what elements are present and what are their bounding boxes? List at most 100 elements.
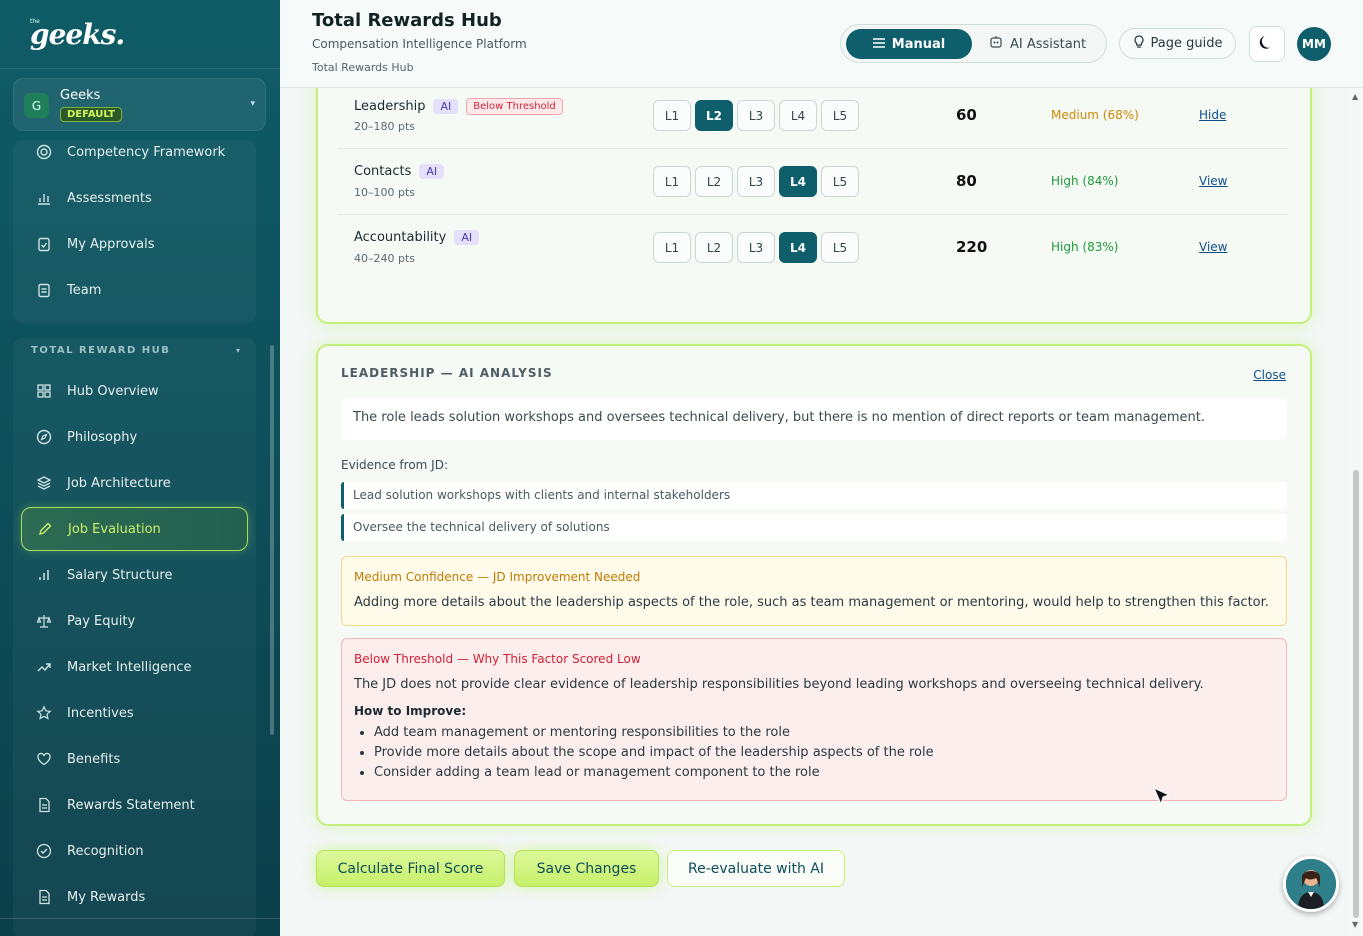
clipboard-check-icon bbox=[35, 235, 53, 253]
sidebar-item-label: Pay Equity bbox=[67, 613, 136, 629]
breadcrumb[interactable]: Total Rewards Hub bbox=[312, 61, 414, 74]
ai-assistant-mode-button[interactable]: AI Assistant bbox=[989, 29, 1099, 59]
sidebar-item-hub-overview[interactable]: Hub Overview bbox=[21, 369, 248, 413]
page-title: Total Rewards Hub bbox=[312, 10, 502, 31]
sidebar-item-competency-framework[interactable]: Competency Framework bbox=[21, 130, 248, 174]
sidebar-item-label: Philosophy bbox=[67, 429, 138, 445]
sidebar-scrollbar[interactable] bbox=[270, 140, 276, 920]
sidebar-item-job-architecture[interactable]: Job Architecture bbox=[21, 461, 248, 505]
chevron-down-icon[interactable]: ▾ bbox=[236, 346, 240, 355]
level-selector: L1 L2 L3 L4 L5 bbox=[653, 232, 859, 263]
level-button-l2[interactable]: L2 bbox=[695, 232, 733, 263]
below-threshold-badge: Below Threshold bbox=[466, 98, 563, 115]
sidebar-item-label: My Approvals bbox=[67, 236, 155, 252]
level-selector: L1 L2 L3 L4 L5 bbox=[653, 166, 859, 197]
calculate-final-score-button[interactable]: Calculate Final Score bbox=[316, 850, 505, 887]
factor-name-text: Accountability bbox=[354, 230, 447, 245]
sidebar-item-pay-equity[interactable]: Pay Equity bbox=[21, 599, 248, 643]
scroll-up-arrow-icon[interactable]: ▲ bbox=[1352, 92, 1358, 101]
org-switcher[interactable]: G Geeks DEFAULT ▾ bbox=[13, 78, 266, 131]
layers-icon bbox=[35, 474, 53, 492]
manual-mode-button[interactable]: Manual bbox=[846, 29, 972, 59]
level-button-l3[interactable]: L3 bbox=[737, 166, 775, 197]
sidebar-item-label: Recognition bbox=[67, 843, 144, 859]
logo[interactable]: geeks. bbox=[30, 18, 125, 51]
factor-row-contacts: Contacts AI 10–100 pts L1 L2 L3 L4 L5 80… bbox=[338, 148, 1288, 214]
pencil-icon bbox=[36, 520, 54, 538]
moon-icon bbox=[1258, 33, 1276, 55]
level-button-l2[interactable]: L2 bbox=[695, 166, 733, 197]
target-icon bbox=[35, 143, 53, 161]
main-scroll-thumb[interactable] bbox=[1353, 470, 1359, 918]
trend-icon bbox=[35, 658, 53, 676]
bot-icon bbox=[989, 35, 1003, 53]
document-icon bbox=[35, 888, 53, 906]
level-button-l5[interactable]: L5 bbox=[821, 100, 859, 131]
tip-item: Provide more details about the scope and… bbox=[374, 745, 934, 760]
sidebar-item-my-rewards[interactable]: My Rewards bbox=[21, 875, 248, 919]
save-changes-button[interactable]: Save Changes bbox=[514, 850, 659, 887]
sidebar-item-benefits[interactable]: Benefits bbox=[21, 737, 248, 781]
level-button-l3[interactable]: L3 bbox=[737, 232, 775, 263]
mouse-cursor-icon bbox=[1152, 786, 1172, 812]
user-avatar[interactable]: MM bbox=[1297, 27, 1331, 61]
sidebar-item-my-approvals[interactable]: My Approvals bbox=[21, 222, 248, 266]
level-button-l2[interactable]: L2 bbox=[695, 100, 733, 131]
hide-analysis-link[interactable]: Hide bbox=[1199, 108, 1226, 122]
level-button-l3[interactable]: L3 bbox=[737, 100, 775, 131]
sidebar-item-assessments[interactable]: Assessments bbox=[21, 176, 248, 220]
sidebar-item-label: Team bbox=[67, 282, 102, 298]
reevaluate-with-ai-button[interactable]: Re-evaluate with AI bbox=[667, 850, 845, 887]
factor-name: Leadership AI Below Threshold bbox=[354, 98, 563, 115]
sidebar-divider bbox=[0, 68, 280, 69]
sidebar-item-salary-structure[interactable]: Salary Structure bbox=[21, 553, 248, 597]
sidebar-item-label: Job Architecture bbox=[67, 475, 171, 491]
evidence-item: Lead solution workshops with clients and… bbox=[341, 482, 1287, 509]
menu-icon bbox=[872, 37, 885, 52]
sidebar-item-rewards-statement[interactable]: Rewards Statement bbox=[21, 783, 248, 827]
factor-name: Contacts AI bbox=[354, 164, 445, 179]
sidebar-item-recognition[interactable]: Recognition bbox=[21, 829, 248, 873]
org-name: Geeks bbox=[60, 88, 101, 103]
group-label[interactable]: TOTAL REWARD HUB bbox=[31, 345, 170, 356]
nav-group-total-reward-hub: TOTAL REWARD HUB ▾ Hub Overview Philosop… bbox=[13, 338, 256, 936]
tip-item: Add team management or mentoring respons… bbox=[374, 725, 934, 740]
scroll-down-arrow-icon[interactable]: ▼ bbox=[1352, 920, 1358, 929]
sidebar-item-job-evaluation[interactable]: Job Evaluation bbox=[21, 507, 248, 551]
close-analysis-link[interactable]: Close bbox=[1253, 368, 1286, 382]
ai-badge: AI bbox=[433, 99, 459, 114]
factor-confidence: High (84%) bbox=[1051, 174, 1119, 188]
sidebar-scroll-thumb[interactable] bbox=[270, 345, 274, 735]
page-guide-button[interactable]: Page guide bbox=[1119, 28, 1236, 59]
level-button-l4[interactable]: L4 bbox=[779, 232, 817, 263]
assistant-avatar-button[interactable] bbox=[1283, 856, 1339, 912]
view-analysis-link[interactable]: View bbox=[1199, 174, 1227, 188]
sidebar-item-team[interactable]: Team bbox=[21, 268, 248, 312]
org-default-badge: DEFAULT bbox=[60, 107, 122, 122]
level-button-l1[interactable]: L1 bbox=[653, 232, 691, 263]
below-threshold-notice: Below Threshold — Why This Factor Scored… bbox=[341, 638, 1287, 801]
factor-score: 60 bbox=[956, 106, 977, 124]
factor-score: 220 bbox=[956, 238, 988, 256]
level-button-l5[interactable]: L5 bbox=[821, 166, 859, 197]
top-header: Total Rewards Hub Compensation Intellige… bbox=[280, 0, 1363, 88]
sidebar: the geeks. G Geeks DEFAULT ▾ Competency … bbox=[0, 0, 280, 936]
level-button-l4[interactable]: L4 bbox=[779, 100, 817, 131]
sidebar-item-incentives[interactable]: Incentives bbox=[21, 691, 248, 735]
how-to-improve-label: How to Improve: bbox=[354, 704, 467, 718]
sidebar-item-philosophy[interactable]: Philosophy bbox=[21, 415, 248, 459]
level-button-l1[interactable]: L1 bbox=[653, 166, 691, 197]
evidence-label: Evidence from JD: bbox=[341, 458, 448, 472]
assistant-character-icon bbox=[1286, 859, 1336, 909]
heart-icon bbox=[35, 750, 53, 768]
main-scrollbar[interactable]: ▲ ▼ bbox=[1350, 88, 1363, 936]
sidebar-item-label: Benefits bbox=[67, 751, 121, 767]
level-button-l4[interactable]: L4 bbox=[779, 166, 817, 197]
bars-icon bbox=[35, 566, 53, 584]
sidebar-item-market-intelligence[interactable]: Market Intelligence bbox=[21, 645, 248, 689]
level-button-l5[interactable]: L5 bbox=[821, 232, 859, 263]
star-icon bbox=[35, 704, 53, 722]
view-analysis-link[interactable]: View bbox=[1199, 240, 1227, 254]
level-button-l1[interactable]: L1 bbox=[653, 100, 691, 131]
theme-toggle-button[interactable] bbox=[1249, 26, 1285, 62]
